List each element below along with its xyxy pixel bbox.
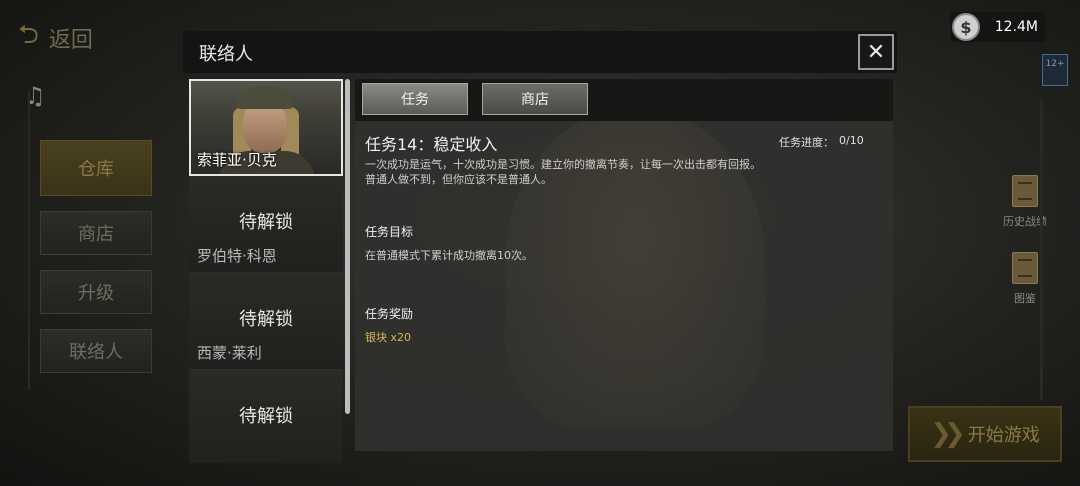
back-button[interactable]: ⮌ 返回 xyxy=(18,16,93,60)
task-description-line: 普通人做不到，但你应该不是普通人。 xyxy=(365,173,552,186)
back-label: 返回 xyxy=(48,28,93,53)
side-menu: 仓库 商店 升级 联络人 xyxy=(40,140,152,388)
contacts-dialog: 联络人 ✕ 索菲亚·贝克 待解锁 罗伯特·科恩 待解锁 西蒙·莱利 待解锁 任务… xyxy=(183,31,897,463)
task-description: 一次成功是运气，十次成功是习惯。建立你的撤离节奏，让每一次出击都有回报。 普通人… xyxy=(365,157,865,187)
start-label: 开始游戏 xyxy=(967,425,1040,446)
scroll-icon xyxy=(1012,252,1038,284)
contact-card-locked[interactable]: 待解锁 西蒙·莱利 xyxy=(189,273,343,370)
tab-shop[interactable]: 商店 xyxy=(482,83,588,115)
back-arrow-icon: ⮌ xyxy=(18,20,39,50)
contact-list-scrollbar[interactable] xyxy=(345,79,350,414)
contact-card-selected[interactable]: 索菲亚·贝克 xyxy=(189,79,343,176)
reward-heading: 任务奖励 xyxy=(365,307,414,321)
contact-name: 西蒙·莱利 xyxy=(197,344,262,362)
task-progress-label: 任务进度： xyxy=(779,136,834,149)
locked-label: 待解锁 xyxy=(239,406,293,427)
task-title: 任务14：稳定收入 xyxy=(365,135,498,154)
side-menu-shop[interactable]: 商店 xyxy=(40,211,152,255)
side-menu-contacts[interactable]: 联络人 xyxy=(40,329,152,373)
start-game-button[interactable]: ❯❯ 开始游戏 xyxy=(908,406,1062,462)
close-button[interactable]: ✕ xyxy=(858,34,894,70)
tab-tasks[interactable]: 任务 xyxy=(362,83,468,115)
currency-value: 12.4M xyxy=(994,19,1038,35)
tab-strip: 任务 商店 xyxy=(355,79,893,121)
objective-heading: 任务目标 xyxy=(365,225,414,239)
close-icon: ✕ xyxy=(866,39,886,65)
dialog-title: 联络人 xyxy=(199,44,253,65)
contact-list: 索菲亚·贝克 待解锁 罗伯特·科恩 待解锁 西蒙·莱利 待解锁 xyxy=(189,79,343,463)
task-panel: 任务 商店 任务14：稳定收入 任务进度： 0/10 一次成功是运气，十次成功是… xyxy=(355,79,893,451)
contact-card-locked[interactable]: 待解锁 xyxy=(189,370,343,463)
currency-display: $ 12.4M xyxy=(950,12,1046,42)
left-frame xyxy=(0,90,30,390)
right-frame xyxy=(1040,100,1080,400)
side-menu-upgrade[interactable]: 升级 xyxy=(40,270,152,314)
contact-name: 罗伯特·科恩 xyxy=(197,247,277,265)
scroll-icon xyxy=(1012,175,1038,207)
coin-icon: $ xyxy=(952,13,980,41)
contact-card-locked[interactable]: 待解锁 罗伯特·科恩 xyxy=(189,176,343,273)
task-progress-value: 0/10 xyxy=(839,134,864,147)
side-menu-warehouse[interactable]: 仓库 xyxy=(40,140,152,196)
contact-name: 索菲亚·贝克 xyxy=(197,151,277,169)
reward-text: 银块 x20 xyxy=(365,331,412,344)
objective-text: 在普通模式下累计成功撤离10次。 xyxy=(365,249,533,262)
locked-label: 待解锁 xyxy=(239,309,293,330)
locked-label: 待解锁 xyxy=(239,212,293,233)
chevron-right-icon: ❯❯ xyxy=(930,419,965,449)
task-description-line: 一次成功是运气，十次成功是习惯。建立你的撤离节奏，让每一次出击都有回报。 xyxy=(365,158,761,171)
codex-label: 图鉴 xyxy=(1014,292,1036,305)
age-rating-badge: 12+ xyxy=(1042,54,1068,86)
dialog-header: 联络人 ✕ xyxy=(183,31,897,73)
